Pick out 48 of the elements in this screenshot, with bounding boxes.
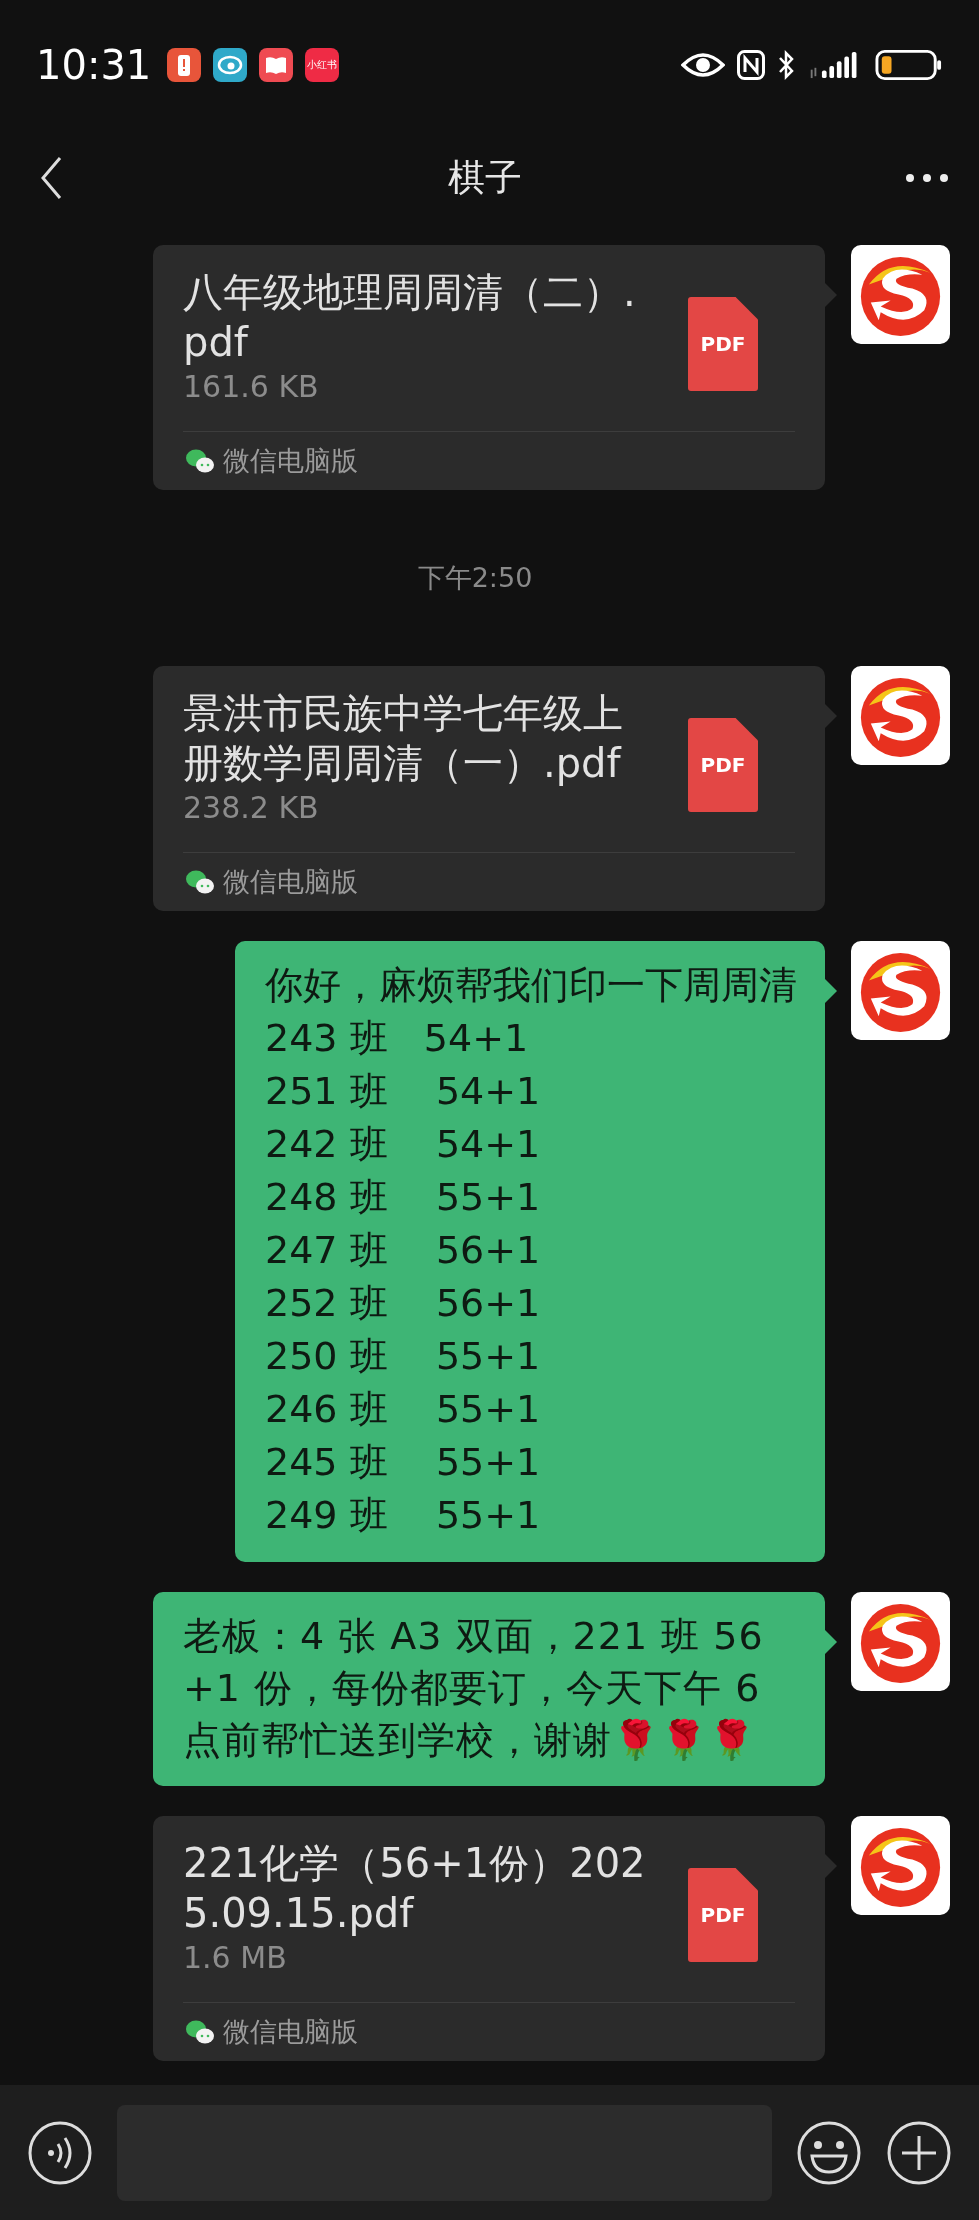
file-name: 221化学（56+1份）2025.09.15.pdf — [183, 1839, 647, 1938]
file-name: 景洪市民族中学七年级上册数学周周清（一）.pdf — [183, 689, 624, 788]
chat-bubbles-icon — [185, 2019, 215, 2045]
chat-title: 棋子 — [447, 154, 522, 201]
pdf-file-icon: PDF — [688, 297, 758, 391]
status-time: 10:31 — [36, 42, 152, 88]
nfc-icon — [737, 50, 765, 80]
file-size: 161.6 KB — [183, 368, 320, 406]
battery-icon — [875, 49, 943, 81]
message-line: 250 班 55+1 — [265, 1333, 542, 1380]
chat-bubbles-icon — [185, 448, 215, 474]
timestamp: 下午2:50 — [417, 561, 533, 595]
pdf-file-icon: PDF — [688, 1868, 758, 1962]
file-size: 238.2 KB — [183, 789, 320, 827]
eye-icon — [681, 51, 725, 79]
pdf-file-icon: PDF — [688, 718, 758, 812]
message-line: 246 班 55+1 — [265, 1386, 542, 1433]
back-icon[interactable] — [40, 155, 64, 200]
file-name: 八年级地理周周清（二）.pdf — [183, 268, 637, 367]
source-label: 微信电脑版 — [223, 444, 358, 478]
message-line: 248 班 55+1 — [265, 1174, 542, 1221]
avatar[interactable] — [851, 1816, 950, 1915]
app-icon: 小红书 — [305, 48, 340, 82]
message-text: 老板：4 张 A3 双面，221 班 56 +1 份，每份都要订，今天下午 6 点前帮忙送到学校，谢谢🌹🌹🌹 — [183, 1613, 765, 1764]
message-line: 你好，麻烦帮我们印一下周周清 — [265, 962, 797, 1009]
emoji-icon[interactable] — [796, 2119, 862, 2186]
source-label: 微信电脑版 — [223, 2015, 358, 2049]
battery-alert-app-icon — [167, 48, 202, 82]
message-line: 249 班 55+1 — [265, 1492, 542, 1539]
plus-icon[interactable] — [886, 2119, 952, 2186]
book-app-icon — [259, 48, 294, 82]
avatar[interactable] — [851, 1592, 950, 1691]
more-icon[interactable] — [905, 172, 949, 183]
voice-icon[interactable] — [27, 2119, 93, 2186]
chat-bubbles-icon — [185, 869, 215, 895]
bluetooth-icon — [777, 50, 795, 80]
message-line: 245 班 55+1 — [265, 1439, 542, 1486]
message-line: 247 班 56+1 — [265, 1227, 542, 1274]
eye-app-icon — [213, 48, 248, 82]
source-label: 微信电脑版 — [223, 865, 358, 899]
message-line: 242 班 54+1 — [265, 1121, 542, 1168]
avatar[interactable] — [851, 666, 950, 765]
avatar[interactable] — [851, 941, 950, 1040]
file-size: 1.6 MB — [183, 1939, 288, 1977]
message-line: 251 班 54+1 — [265, 1068, 542, 1115]
avatar[interactable] — [851, 245, 950, 344]
message-line: 243 班 54+1 — [265, 1015, 530, 1062]
message-line: 252 班 56+1 — [265, 1280, 542, 1327]
